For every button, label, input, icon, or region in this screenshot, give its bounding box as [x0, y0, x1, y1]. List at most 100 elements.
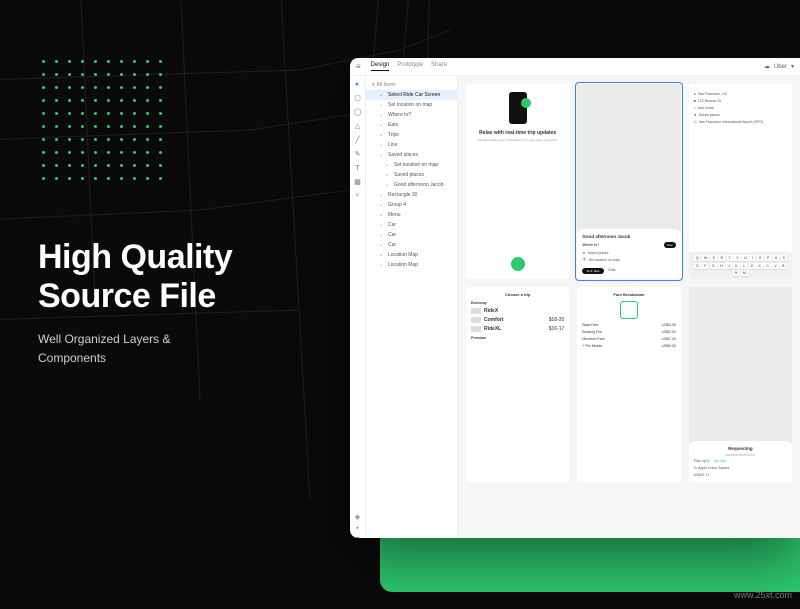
layer-type-icon: ▫ [386, 163, 391, 168]
hero-text: High QualitySource File Well Organized L… [38, 238, 232, 369]
layer-row[interactable]: ▫Set location on map [366, 160, 457, 170]
layer-row[interactable]: ▫Group 4 [366, 200, 457, 210]
layer-row[interactable]: ▫Good afternoon Jacob [366, 180, 457, 190]
tab-design[interactable]: Design [371, 62, 390, 71]
key: Y [734, 255, 740, 261]
layer-row[interactable]: ▫Car [366, 240, 457, 250]
tab-share[interactable]: Share [431, 62, 447, 71]
bottom-tabs: 16 & Tiles Eats [582, 265, 675, 274]
layer-row[interactable]: ▫Location Map [366, 250, 457, 260]
artboard-search[interactable]: ●San Francisco, US ■123 Beacon St ⌂Add h… [689, 84, 792, 279]
hero-title: High QualitySource File [38, 238, 232, 316]
layer-type-icon: ▫ [380, 253, 385, 258]
key: K [733, 263, 739, 269]
layers-header[interactable]: ▾All Items [366, 80, 457, 90]
design-editor-window: ≡ Design Prototype Share ☁ Uber ▾ ▸ ▢ ◯ … [350, 58, 800, 538]
key: Z [749, 263, 755, 269]
plugins-icon[interactable]: ⬢ [354, 536, 362, 539]
saved-places-row: ★Saved places [582, 251, 675, 255]
layer-row[interactable]: ▫Saved places [366, 150, 457, 160]
layer-row[interactable]: ▫Select Ride Car Screen [366, 90, 457, 100]
greeting: Good afternoon Jacob [582, 234, 675, 239]
choose-title: Choose a trip [471, 292, 564, 297]
libraries-icon[interactable]: ▪ [354, 525, 362, 532]
layer-type-icon: ▫ [380, 93, 385, 98]
key: F [702, 263, 708, 269]
text-tool-icon[interactable]: T [354, 164, 362, 172]
ride-option-1: RideX [471, 308, 564, 314]
key: W [702, 255, 709, 261]
premium-label: Premium [471, 336, 564, 340]
editor-topbar: ≡ Design Prototype Share ☁ Uber ▾ [350, 58, 800, 76]
key: V [772, 263, 778, 269]
key: B [780, 263, 786, 269]
add-home: ⌂Add home [694, 106, 787, 110]
artboard-requesting[interactable]: Requesting Pick Up in 8m 20s To Apple Un… [689, 287, 792, 482]
layer-row[interactable]: ▫Menu [366, 210, 457, 220]
ride-option-3: RideXL$16-17 [471, 326, 564, 332]
zoom-tool-icon[interactable]: ⌕ [354, 192, 362, 200]
layer-row[interactable]: ▫Set location on map [366, 100, 457, 110]
layer-type-icon: ▫ [380, 133, 385, 138]
artboard-fare-breakdown[interactable]: Fare Breakdown Base FareUS$3.35 Booking … [577, 287, 680, 482]
layer-type-icon: ▫ [380, 123, 385, 128]
dest-row: To Apple Union Square [694, 466, 787, 470]
pen-tool-icon[interactable]: ✎ [354, 150, 362, 158]
key: G [710, 263, 717, 269]
addr-from: ●San Francisco, US [694, 92, 787, 96]
notif-sub: Please enable push notifications from ub… [479, 138, 557, 142]
key: I [750, 255, 755, 261]
layer-row[interactable]: ▫Car [366, 220, 457, 230]
layers-panel-icon[interactable]: ◈ [354, 513, 362, 521]
layer-row[interactable]: ▫Car [366, 230, 457, 240]
layer-type-icon: ▫ [380, 213, 385, 218]
line-tool-icon[interactable]: ╱ [354, 136, 362, 144]
tool-sidebar: ▸ ▢ ◯ △ ╱ ✎ T ▦ ⌕ ◈ ▪ ⬢ [350, 76, 366, 538]
layer-row[interactable]: ▫Saved places [366, 170, 457, 180]
layer-type-icon: ▫ [380, 113, 385, 118]
tab-prototype[interactable]: Prototype [397, 62, 423, 71]
artboard-notifications[interactable]: Relax with real-time trip updates Please… [466, 84, 569, 279]
project-name[interactable]: Uber [774, 64, 787, 70]
cloud-icon: ☁ [764, 63, 770, 70]
hero-subtitle: Well Organized Layers &Components [38, 330, 232, 368]
artboard-home-map[interactable]: Good afternoon Jacob Where to?Now ★Saved… [577, 84, 680, 279]
key: O [757, 255, 764, 261]
layer-type-icon: ▫ [386, 173, 391, 178]
layer-type-icon: ▫ [380, 193, 385, 198]
chevron-down-icon[interactable]: ▾ [791, 63, 794, 70]
layer-row[interactable]: ▫Line [366, 140, 457, 150]
layer-row[interactable]: ▫Trips [366, 130, 457, 140]
fare-base: Base FareUS$3.35 [582, 323, 675, 327]
layer-row[interactable]: ▫Location Map [366, 260, 457, 270]
layer-type-icon: ▫ [380, 153, 385, 158]
ellipse-tool-icon[interactable]: △ [354, 122, 362, 130]
continue-fab [511, 257, 525, 271]
layer-row[interactable]: ▫Rectangle 30 [366, 190, 457, 200]
layer-type-icon: ▫ [380, 223, 385, 228]
receipt-icon [620, 301, 638, 319]
rectangle-tool-icon[interactable]: ◯ [354, 108, 362, 116]
select-tool-icon[interactable]: ▸ [354, 80, 362, 88]
pickup-row: Pick Up in 8m 20s [694, 459, 787, 463]
key: S [781, 255, 787, 261]
assets-tool-icon[interactable]: ▦ [354, 178, 362, 186]
canvas[interactable]: Relax with real-time trip updates Please… [458, 76, 800, 538]
layer-type-icon: ▫ [380, 143, 385, 148]
phone-illustration [509, 92, 527, 124]
ride-option-2: Comfort$18-20 [471, 317, 564, 323]
chevron-down-icon: ▾ [372, 82, 375, 88]
layer-row[interactable]: ▫Eats [366, 120, 457, 130]
layer-row[interactable]: ▫Where to? [366, 110, 457, 120]
price-row: US$12-17 [694, 473, 787, 477]
key: T [727, 255, 733, 261]
key: X [756, 263, 762, 269]
layer-type-icon: ▫ [380, 233, 385, 238]
dot-pattern [42, 60, 162, 180]
footer-watermark: www.25xt.com [734, 590, 792, 600]
fare-booking: Booking FeeUS$2.20 [582, 330, 675, 334]
artboard-choose-trip[interactable]: Choose a trip Economy RideX Comfort$18-2… [466, 287, 569, 482]
menu-icon[interactable]: ≡ [356, 62, 361, 71]
addr-to: ■123 Beacon St [694, 99, 787, 103]
artboard-tool-icon[interactable]: ▢ [354, 94, 362, 102]
